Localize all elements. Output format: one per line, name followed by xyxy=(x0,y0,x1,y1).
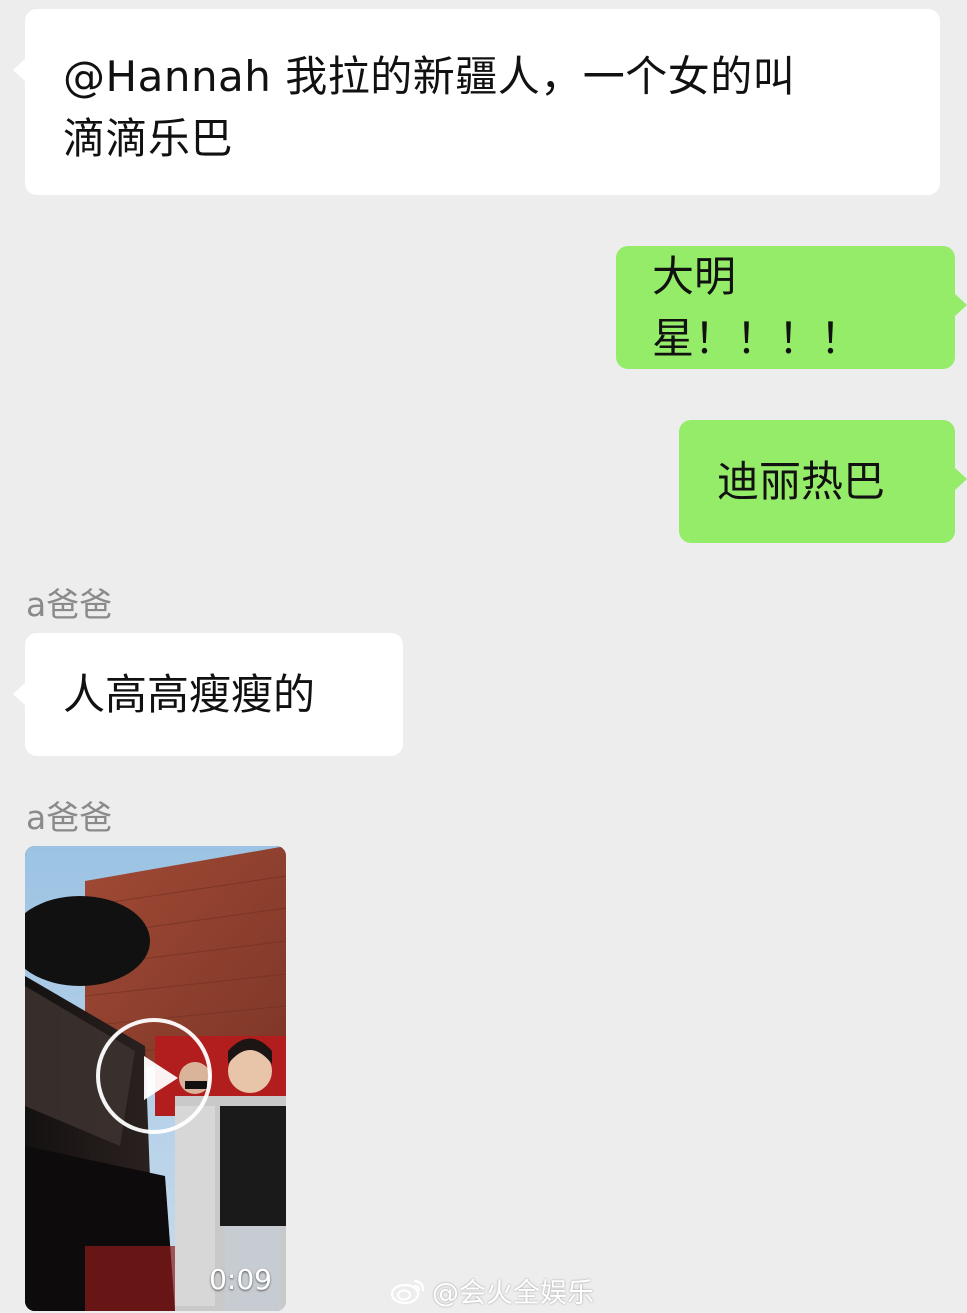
video-duration: 0:09 xyxy=(209,1263,272,1296)
message-text-line: 滴滴乐巴 xyxy=(63,114,234,163)
message-text-line: @Hannah 我拉的新疆人，一个女的叫 xyxy=(63,52,796,101)
message-bubble-incoming[interactable]: 人高高瘦瘦的 xyxy=(13,633,403,756)
watermark: @会火全娱乐 xyxy=(390,1272,594,1309)
message-text: 迪丽热巴 xyxy=(717,456,886,506)
play-icon[interactable] xyxy=(96,1018,212,1134)
watermark-text: @会火全娱乐 xyxy=(432,1277,594,1309)
message-bubble-incoming[interactable]: @Hannah 我拉的新疆人，一个女的叫 滴滴乐巴 xyxy=(13,9,940,195)
weibo-logo-icon xyxy=(390,1279,425,1305)
video-message[interactable]: 0:09 xyxy=(25,846,286,1311)
message-text: 大明星！！！！ xyxy=(652,251,863,363)
message-text: 人高高瘦瘦的 xyxy=(63,669,316,719)
sender-name: a爸爸 xyxy=(26,585,113,624)
message-bubble-outgoing[interactable]: 迪丽热巴 xyxy=(679,420,967,543)
sender-name: a爸爸 xyxy=(26,798,113,837)
message-bubble-outgoing[interactable]: 大明星！！！！ xyxy=(616,246,967,369)
